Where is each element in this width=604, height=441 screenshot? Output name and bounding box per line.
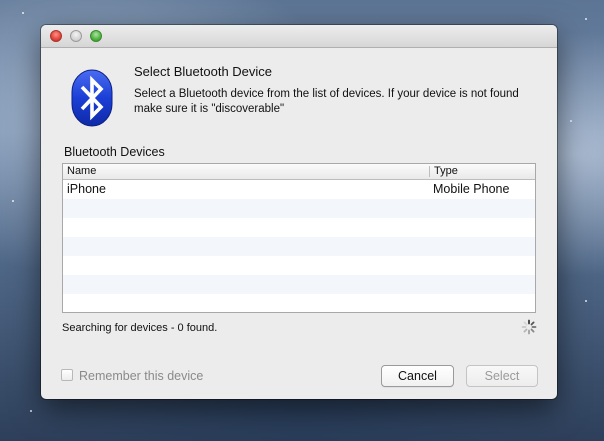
dialog-description: Select a Bluetooth device from the list … [134,88,519,115]
empty-row [63,294,535,312]
device-list-table[interactable]: Name Type iPhone Mobile Phone [62,163,536,313]
title-bar [41,25,557,48]
progress-spinner-icon [521,319,537,335]
star [22,12,24,14]
empty-row [63,199,535,218]
star [585,300,587,302]
select-button[interactable]: Select [466,365,538,387]
close-window-button[interactable] [50,30,62,42]
star [570,120,572,122]
empty-row [63,256,535,275]
minimize-window-button[interactable] [70,30,82,42]
column-divider[interactable] [429,166,430,177]
star [30,410,32,412]
star [12,200,14,202]
star [585,18,587,20]
device-rows: iPhone Mobile Phone [63,180,535,312]
select-bluetooth-device-dialog: Select Bluetooth Device Select a Bluetoo… [41,25,557,399]
empty-row [63,218,535,237]
empty-row [63,237,535,256]
bluetooth-devices-label: Bluetooth Devices [64,145,165,159]
remember-device-checkbox[interactable] [61,369,73,381]
empty-row [63,275,535,294]
device-type-cell: Mobile Phone [433,182,510,196]
cancel-button[interactable]: Cancel [381,365,454,387]
table-header: Name Type [63,164,535,180]
column-header-name[interactable]: Name [67,164,96,179]
column-header-type[interactable]: Type [434,164,458,179]
zoom-window-button[interactable] [90,30,102,42]
device-name-cell: iPhone [67,182,106,196]
bluetooth-icon [71,69,113,127]
dialog-heading: Select Bluetooth Device [134,64,273,79]
table-row[interactable]: iPhone Mobile Phone [63,180,535,199]
search-status-text: Searching for devices - 0 found. [62,322,218,334]
remember-device-label: Remember this device [79,369,204,383]
